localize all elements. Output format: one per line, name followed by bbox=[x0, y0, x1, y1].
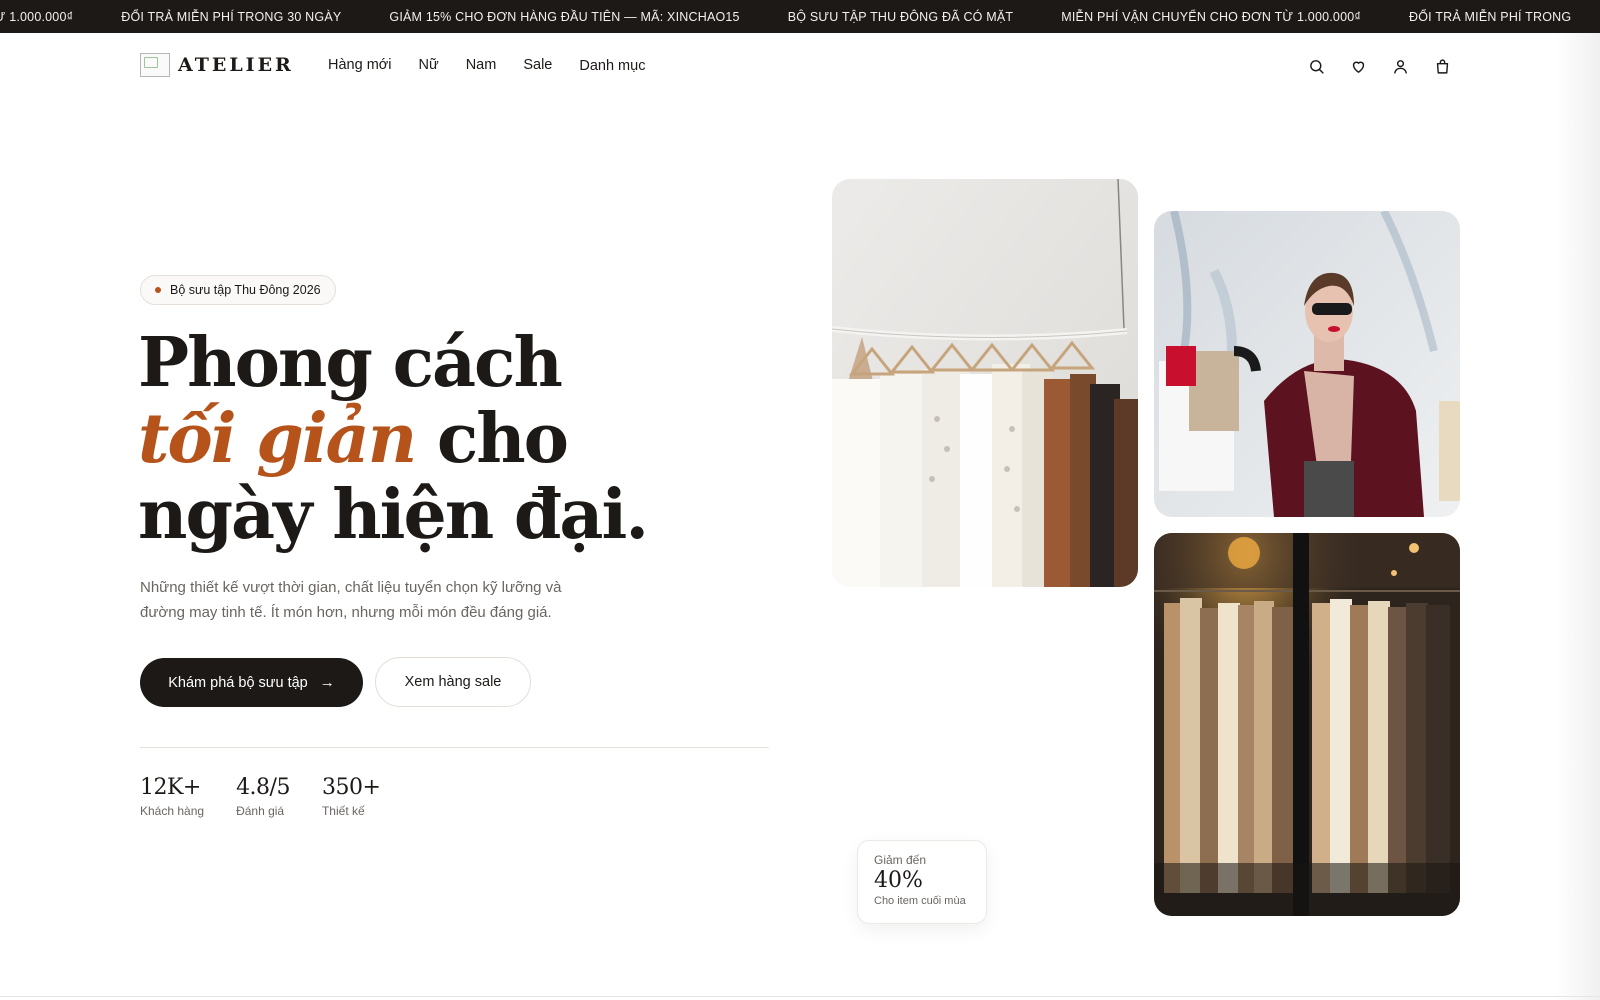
clothing-rack-image bbox=[832, 179, 1138, 587]
nav-item-new[interactable]: Hàng mới bbox=[328, 57, 392, 74]
announcement-track: ĐƠN TỪ 1.000.000₫ ĐỔI TRẢ MIỄN PHÍ TRONG… bbox=[0, 0, 1600, 33]
dot-icon bbox=[155, 287, 161, 293]
collection-badge-text: Bộ sưu tập Thu Đông 2026 bbox=[170, 283, 321, 297]
view-sale-label: Xem hàng sale bbox=[404, 674, 502, 690]
logo[interactable]: ATELIER bbox=[140, 53, 294, 77]
stat-customers: 12K+ Khách hàng bbox=[140, 774, 204, 818]
logo-text: ATELIER bbox=[178, 54, 294, 76]
search-icon[interactable] bbox=[1305, 55, 1327, 77]
stat-value: 12K+ bbox=[140, 775, 201, 800]
announcement-item: ĐƠN TỪ 1.000.000₫ bbox=[0, 9, 74, 24]
discount-note: Cho item cuối mùa bbox=[874, 895, 966, 907]
stat-value: 4.8/5 bbox=[236, 775, 290, 800]
view-sale-button[interactable]: Xem hàng sale bbox=[375, 657, 531, 707]
stat-value: 350+ bbox=[321, 775, 381, 800]
section-divider bbox=[0, 996, 1600, 997]
discount-label: Giảm đến bbox=[874, 853, 927, 867]
main-nav: Hàng mới Nữ Nam Sale Danh mục bbox=[328, 57, 672, 74]
collection-badge: Bộ sưu tập Thu Đông 2026 bbox=[140, 275, 336, 305]
announcement-item: ĐỔI TRẢ MIỄN PHÍ TRONG 30 NGÀY bbox=[121, 9, 342, 24]
stat-rating: 4.8/5 Đánh giá bbox=[236, 774, 290, 818]
broken-image-icon bbox=[140, 53, 170, 77]
nav-item-men[interactable]: Nam bbox=[466, 57, 497, 74]
announcement-item: BỘ SƯU TẬP THU ĐÔNG ĐÃ CÓ MẶT bbox=[787, 9, 1014, 24]
user-icon[interactable] bbox=[1389, 55, 1411, 77]
nav-item-sale[interactable]: Sale bbox=[523, 57, 552, 74]
headline-line-2: tối giản cho bbox=[138, 401, 647, 477]
headline-line-2-rest: cho bbox=[415, 399, 569, 479]
nav-item-categories[interactable]: Danh mục bbox=[579, 58, 645, 74]
explore-collection-label: Khám phá bộ sưu tập bbox=[168, 674, 308, 691]
stat-label: Khách hàng bbox=[140, 804, 205, 818]
stat-label: Đánh giá bbox=[236, 804, 285, 818]
header-actions bbox=[1305, 55, 1473, 77]
hero-description: Những thiết kế vượt thời gian, chất liệu… bbox=[140, 579, 562, 621]
nav-item-women[interactable]: Nữ bbox=[419, 57, 439, 74]
discount-card: Giảm đến 40% Cho item cuối mùa bbox=[857, 840, 987, 924]
headline-line-1: Phong cách bbox=[138, 323, 563, 403]
stat-label: Thiết kế bbox=[321, 804, 365, 818]
stats: 12K+ Khách hàng 4.8/5 Đánh giá 350+ Thiế… bbox=[140, 774, 412, 818]
announcement-item: GIẢM 15% CHO ĐƠN HÀNG ĐẦU TIÊN — MÃ: XIN… bbox=[389, 9, 740, 24]
headline-line-3: ngày hiện đại. bbox=[138, 475, 649, 555]
arrow-right-icon: → bbox=[319, 674, 335, 691]
bag-icon[interactable] bbox=[1431, 55, 1453, 77]
explore-collection-button[interactable]: Khám phá bộ sưu tập → bbox=[140, 658, 363, 707]
stat-designs: 350+ Thiết kế bbox=[321, 774, 381, 818]
announcement-item: ĐỔI TRẢ MIỄN PHÍ TRONG bbox=[1409, 9, 1572, 24]
announcement-bar: ĐƠN TỪ 1.000.000₫ ĐỔI TRẢ MIỄN PHÍ TRONG… bbox=[0, 0, 1600, 33]
boutique-rack-image bbox=[1154, 533, 1460, 916]
site-header: ATELIER Hàng mới Nữ Nam Sale Danh mục bbox=[0, 33, 1600, 99]
divider bbox=[140, 747, 769, 748]
heart-icon[interactable] bbox=[1347, 55, 1369, 77]
discount-value: 40% bbox=[874, 868, 923, 893]
headline-accent: tối giản bbox=[138, 399, 417, 479]
shopping-woman-image bbox=[1154, 211, 1460, 517]
right-edge-shadow bbox=[1556, 33, 1600, 1000]
announcement-item: MIỄN PHÍ VẬN CHUYỂN CHO ĐƠN TỪ 1.000.000… bbox=[1061, 9, 1362, 24]
hero-headline: Phong cách tối giản cho ngày hiện đại. bbox=[138, 323, 649, 555]
